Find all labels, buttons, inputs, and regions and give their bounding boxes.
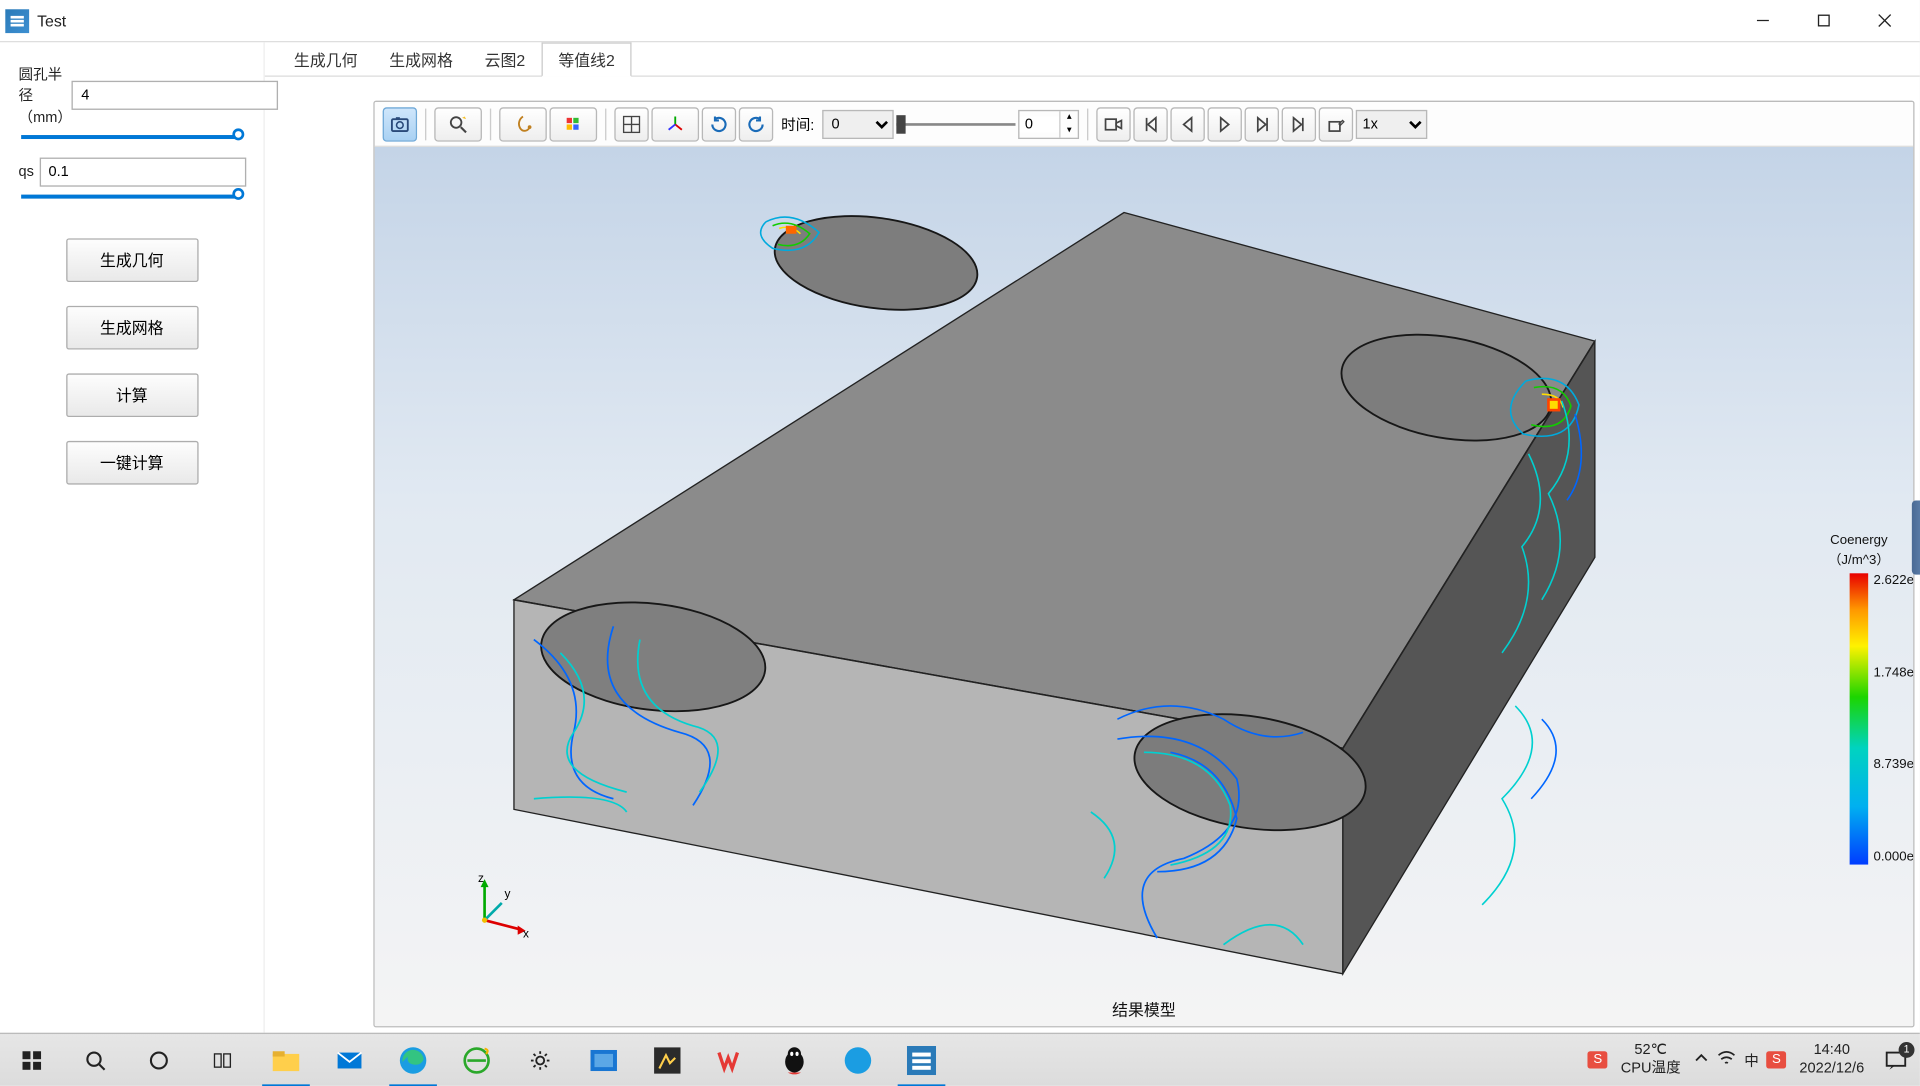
titlebar: Test bbox=[0, 0, 1920, 42]
speed-select[interactable]: 1x bbox=[1356, 109, 1427, 138]
time-spinner[interactable]: ▴▾ bbox=[1018, 109, 1079, 138]
legend-title: Coenergy bbox=[1813, 534, 1906, 549]
explorer-icon[interactable] bbox=[254, 1033, 318, 1086]
viewer: 时间: 0 ▴▾ 1x bbox=[373, 101, 1914, 1028]
settings-icon[interactable] bbox=[508, 1033, 572, 1086]
control-icon[interactable] bbox=[572, 1033, 636, 1086]
time-label: 时间: bbox=[781, 113, 814, 134]
color-cube-button[interactable] bbox=[549, 107, 597, 141]
3d-canvas[interactable]: z y x 结果模型 Coenergy （J/m^3） 2.622e+11 bbox=[375, 147, 1913, 1026]
sidebar: 圆孔半径（mm） qs 生成几何 生成网格 计算 一键计算 bbox=[0, 42, 265, 1032]
taskview-button[interactable] bbox=[191, 1033, 255, 1086]
compute-button[interactable]: 计算 bbox=[66, 373, 198, 417]
gen-mesh-button[interactable]: 生成网格 bbox=[66, 306, 198, 350]
export-button[interactable] bbox=[1319, 107, 1353, 141]
radius-slider[interactable] bbox=[19, 135, 245, 139]
notification-icon[interactable]: 1 bbox=[1872, 1033, 1920, 1086]
ime2-icon[interactable]: 中 bbox=[1744, 1049, 1759, 1070]
zoom-button[interactable] bbox=[434, 107, 482, 141]
tab-contour[interactable]: 云图2 bbox=[469, 44, 541, 76]
wifi-icon[interactable] bbox=[1718, 1050, 1737, 1070]
first-frame-button[interactable] bbox=[1133, 107, 1167, 141]
one-click-button[interactable]: 一键计算 bbox=[66, 441, 198, 485]
rotate-ccw-button[interactable] bbox=[739, 107, 773, 141]
qs-input[interactable] bbox=[39, 158, 246, 187]
select-mode-button[interactable] bbox=[499, 107, 547, 141]
taskbar: S 52℃ CPU温度 中 S 14:40 2022/12/6 1 bbox=[0, 1033, 1920, 1086]
window-title: Test bbox=[37, 11, 1732, 30]
tab-isoline[interactable]: 等值线2 bbox=[541, 42, 632, 76]
snapshot-button[interactable] bbox=[383, 107, 417, 141]
side-grip[interactable] bbox=[1912, 500, 1920, 574]
rotate-cw-button[interactable] bbox=[702, 107, 736, 141]
start-button[interactable] bbox=[0, 1033, 64, 1086]
svg-text:y: y bbox=[504, 887, 510, 901]
content: 生成几何 生成网格 云图2 等值线2 bbox=[265, 42, 1920, 1032]
minimize-button[interactable] bbox=[1732, 0, 1793, 41]
cortana-button[interactable] bbox=[127, 1033, 191, 1086]
clock[interactable]: 14:40 2022/12/6 bbox=[1799, 1042, 1864, 1077]
svg-text:x: x bbox=[523, 926, 529, 940]
sogou-icon[interactable]: S bbox=[1767, 1051, 1786, 1068]
radius-label: 圆孔半径（mm） bbox=[19, 64, 72, 128]
tabs: 生成几何 生成网格 云图2 等值线2 bbox=[265, 42, 1920, 76]
record-button[interactable] bbox=[1096, 107, 1130, 141]
time-slider[interactable] bbox=[896, 109, 1015, 138]
app-icon bbox=[5, 9, 29, 33]
legend-tick: 1.748e+11 bbox=[1873, 666, 1914, 681]
maximize-button[interactable] bbox=[1793, 0, 1854, 41]
color-legend: Coenergy （J/m^3） 2.622e+11 1.748e+11 8.7… bbox=[1813, 534, 1906, 870]
fit-view-button[interactable] bbox=[614, 107, 648, 141]
ie-icon[interactable] bbox=[445, 1033, 509, 1086]
wps-icon[interactable] bbox=[699, 1033, 763, 1086]
mail-icon[interactable] bbox=[318, 1033, 382, 1086]
tab-gen-mesh[interactable]: 生成网格 bbox=[373, 44, 468, 76]
svg-text:z: z bbox=[478, 874, 484, 885]
tab-gen-geom[interactable]: 生成几何 bbox=[278, 44, 373, 76]
qs-label: qs bbox=[19, 164, 34, 180]
tray-chevron-icon[interactable] bbox=[1694, 1050, 1710, 1070]
axis-triad: z y x bbox=[465, 874, 531, 944]
legend-tick: 2.622e+11 bbox=[1873, 573, 1914, 588]
qq-icon[interactable] bbox=[763, 1033, 827, 1086]
legend-unit: （J/m^3） bbox=[1813, 548, 1906, 568]
browser-icon[interactable] bbox=[826, 1033, 890, 1086]
ime-icon[interactable]: S bbox=[1588, 1051, 1607, 1068]
cpu-temp[interactable]: 52℃ CPU温度 bbox=[1621, 1042, 1681, 1077]
model-label: 结果模型 bbox=[1112, 998, 1176, 1021]
edge-icon[interactable] bbox=[381, 1033, 445, 1086]
app-icon-1[interactable] bbox=[636, 1033, 700, 1086]
prev-frame-button[interactable] bbox=[1170, 107, 1204, 141]
search-button[interactable] bbox=[64, 1033, 128, 1086]
viewer-toolbar: 时间: 0 ▴▾ 1x bbox=[375, 102, 1913, 147]
play-button[interactable] bbox=[1208, 107, 1242, 141]
next-frame-button[interactable] bbox=[1245, 107, 1279, 141]
current-app-icon[interactable] bbox=[890, 1033, 954, 1086]
close-button[interactable] bbox=[1854, 0, 1915, 41]
time-select[interactable]: 0 bbox=[822, 109, 893, 138]
gen-geom-button[interactable]: 生成几何 bbox=[66, 238, 198, 282]
qs-slider[interactable] bbox=[19, 195, 245, 199]
legend-tick: 8.739e+10 bbox=[1873, 758, 1914, 773]
legend-tick: 0.000e+00 bbox=[1873, 850, 1914, 865]
radius-input[interactable] bbox=[72, 81, 279, 110]
last-frame-button[interactable] bbox=[1282, 107, 1316, 141]
axis-view-button[interactable] bbox=[651, 107, 699, 141]
